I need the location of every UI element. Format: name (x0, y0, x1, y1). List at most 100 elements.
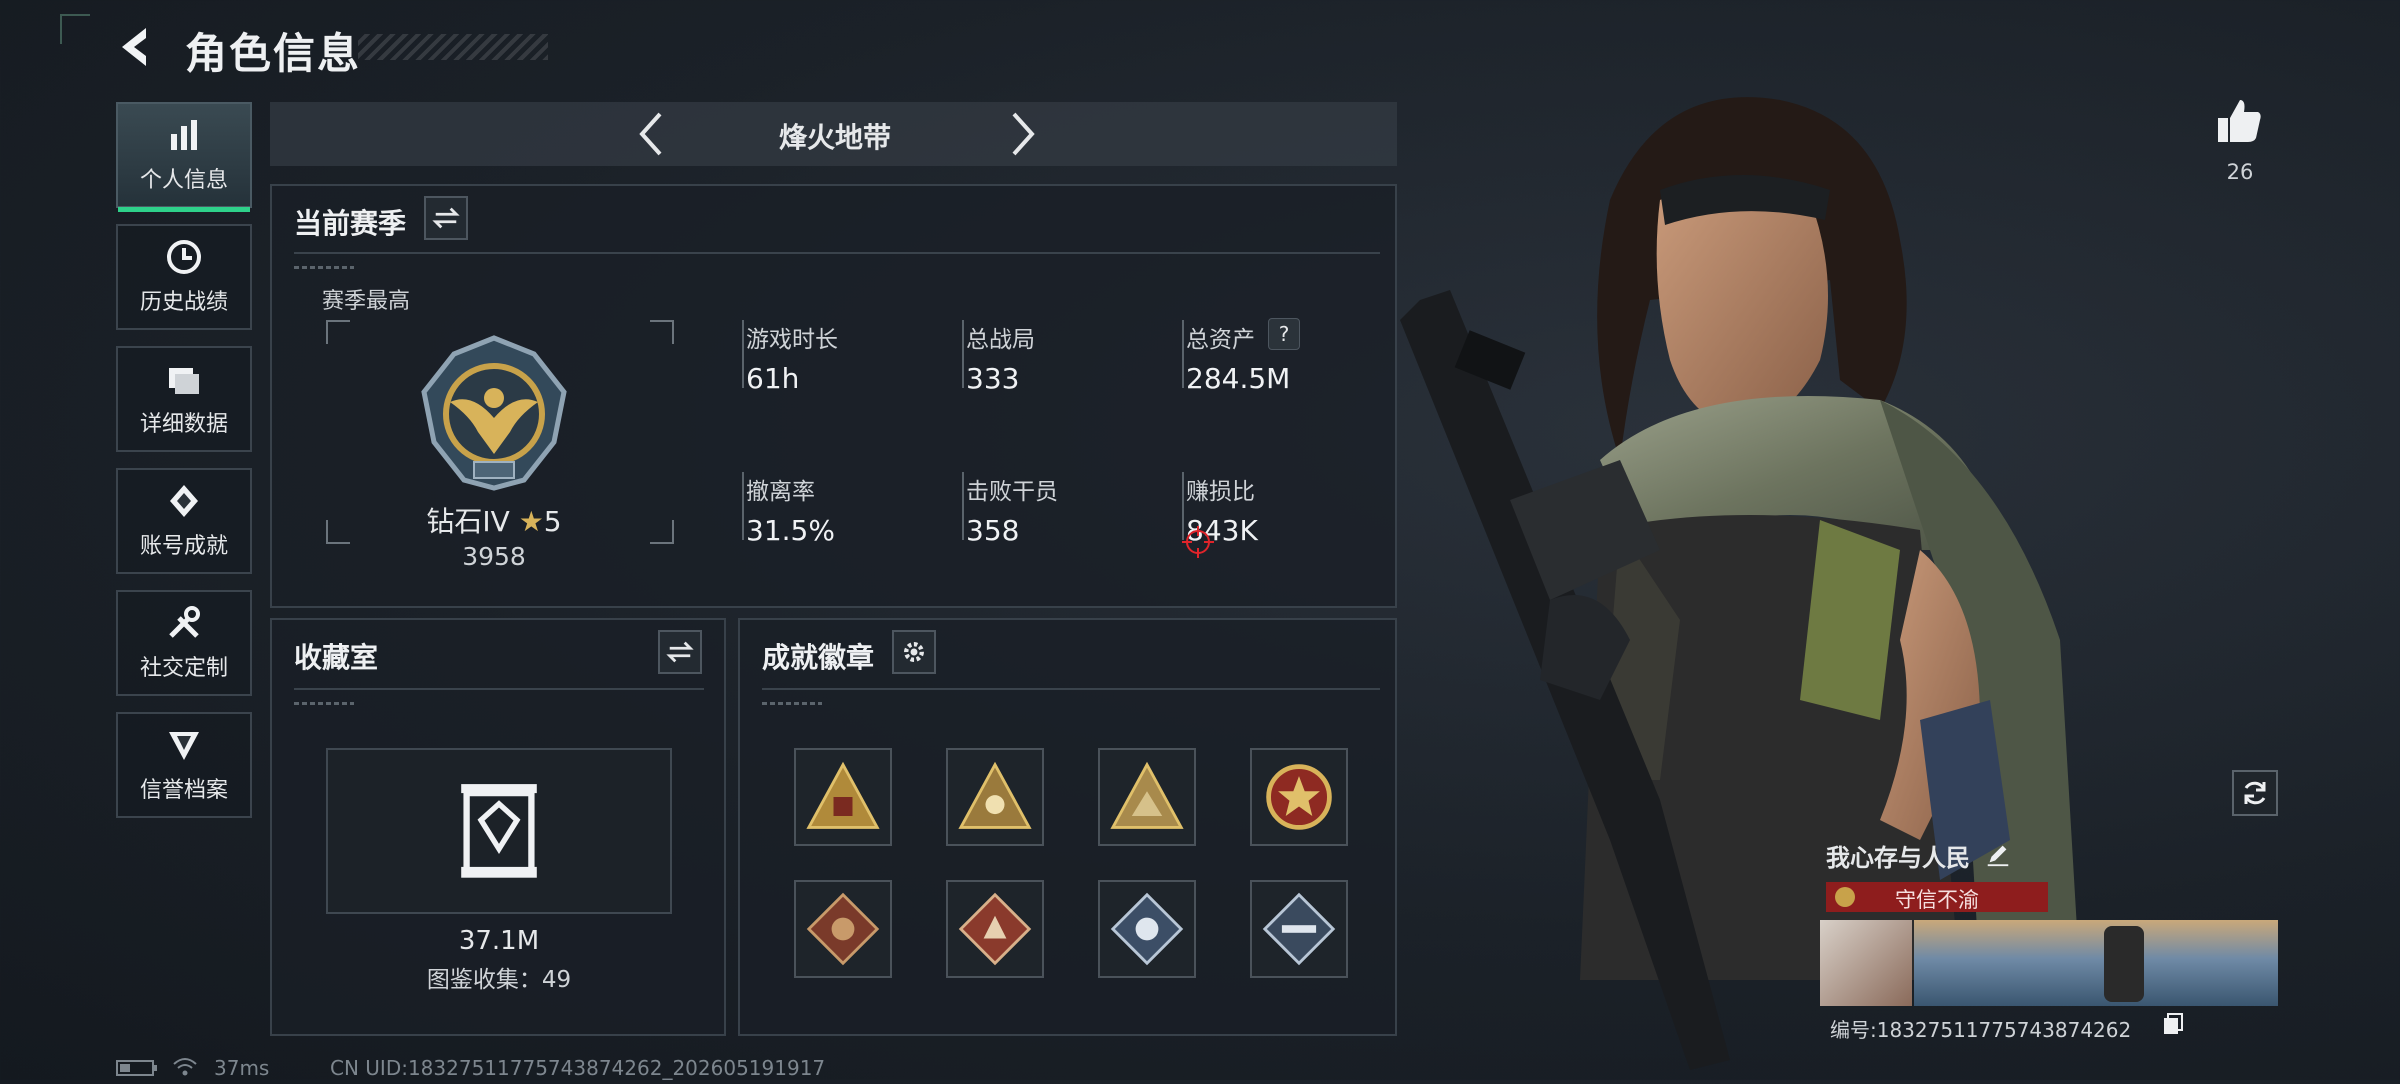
sidebar-item-credit[interactable]: 信誉档案 (116, 712, 252, 818)
dash-decoration (762, 702, 822, 705)
divider (294, 252, 1380, 254)
vault-icon (461, 784, 537, 878)
achievement-badge[interactable] (1250, 880, 1348, 978)
diamond-badge-icon (958, 892, 1032, 966)
season-switch-button[interactable] (424, 196, 468, 240)
player-name: 我心存与人民 (1826, 844, 1970, 872)
ping-text: 37ms (214, 1056, 270, 1080)
rank-name: 钻石IV (426, 505, 510, 538)
thumbs-up-icon (2218, 100, 2261, 142)
stat-divider (962, 472, 964, 540)
title-tag: 守信不渝 (1826, 882, 2048, 912)
achievement-icon (170, 485, 198, 517)
sidebar-item-label: 社交定制 (139, 656, 228, 681)
frame-corner (650, 320, 674, 344)
star-icon: ★ (518, 505, 544, 538)
avatar[interactable] (1820, 920, 1912, 1006)
triangle-badge-icon (1110, 761, 1184, 829)
stat-label-kills: 击败干员 (966, 479, 1058, 505)
stat-value-assets: 284.5M (1186, 362, 1291, 395)
like-button[interactable] (2214, 96, 2264, 146)
help-icon[interactable]: ? (1268, 318, 1300, 350)
eagle-badge-icon (421, 335, 567, 491)
mode-title: 烽火地带 (778, 121, 891, 154)
chevron-left-icon (639, 112, 662, 156)
stat-value-matches: 333 (966, 362, 1020, 395)
stat-divider (742, 320, 744, 388)
frame-corner (326, 320, 350, 344)
stat-label-assets: 总资产 (1186, 327, 1255, 353)
rank-emblem (414, 332, 574, 492)
stat-value-kills: 358 (966, 514, 1020, 547)
wifi-icon (172, 1056, 198, 1078)
rank-points: 3958 (462, 542, 526, 571)
season-title: 当前赛季 (294, 207, 407, 240)
page-title: 角色信息 (185, 29, 362, 78)
round-medal-icon (1266, 764, 1332, 830)
stat-label-extract-rate: 撤离率 (746, 479, 815, 505)
stat-label-profit-ratio: 赚损比 (1186, 479, 1255, 505)
sidebar-item-label: 信誉档案 (139, 778, 228, 803)
battery-icon (116, 1060, 158, 1076)
prev-mode-button[interactable] (632, 110, 672, 158)
refresh-icon (2244, 781, 2266, 805)
title-decoration (358, 34, 548, 60)
stat-label-matches: 总战局 (966, 327, 1035, 353)
sidebar-item-history[interactable]: 历史战绩 (116, 224, 252, 330)
frame-corner (650, 520, 674, 544)
frame-corner (326, 520, 350, 544)
swap-icon (432, 207, 460, 229)
achievement-badge[interactable] (946, 880, 1044, 978)
divider (294, 688, 704, 690)
chevron-right-icon (1012, 112, 1035, 156)
achievement-badge[interactable] (946, 748, 1044, 846)
sidebar-item-profile[interactable]: 个人信息 (116, 102, 252, 212)
achievements-settings-button[interactable] (892, 630, 936, 674)
stat-label-playtime: 游戏时长 (746, 327, 838, 353)
achievement-badge[interactable] (794, 748, 892, 846)
top-corner-mark (60, 14, 90, 44)
next-mode-button[interactable] (1002, 110, 1042, 158)
sidebar-item-label: 个人信息 (139, 168, 228, 193)
gear-icon (904, 642, 924, 662)
dash-decoration (294, 702, 354, 705)
achievements-title: 成就徽章 (762, 641, 875, 674)
sidebar-item-details[interactable]: 详细数据 (116, 346, 252, 452)
triangle-badge-icon (958, 761, 1032, 829)
rank-line: 钻石IV ★5 (404, 500, 584, 540)
achievement-badge[interactable] (1250, 748, 1348, 846)
collection-room-card[interactable] (326, 748, 672, 914)
title-tag-text: 守信不渝 (1895, 888, 1979, 912)
collection-count: 图鉴收集：49 (426, 967, 572, 993)
divider (762, 688, 1380, 690)
rank-stars: 5 (543, 505, 562, 538)
triangle-badge-icon (806, 761, 880, 829)
rotate-view-button[interactable] (2232, 770, 2278, 816)
season-best-label: 赛季最高 (322, 289, 411, 314)
sidebar-item-label: 历史战绩 (139, 290, 228, 315)
dash-decoration (294, 266, 354, 269)
like-count: 26 (2226, 160, 2254, 184)
sidebar-item-achievements[interactable]: 账号成就 (116, 468, 252, 574)
copy-id-button[interactable] (2162, 1012, 2184, 1036)
achievement-badge[interactable] (1098, 748, 1196, 846)
stat-value-extract-rate: 31.5% (746, 514, 835, 547)
clock-icon (167, 240, 201, 274)
collection-title: 收藏室 (294, 641, 379, 674)
back-arrow-icon (122, 28, 146, 66)
copy-icon (2164, 1013, 2183, 1034)
achievement-badge[interactable] (1098, 880, 1196, 978)
collection-switch-button[interactable] (658, 630, 702, 674)
profile-banner[interactable] (1914, 920, 2278, 1006)
sidebar-item-label: 详细数据 (139, 412, 228, 437)
back-button[interactable] (110, 22, 160, 72)
pencil-icon (1987, 845, 2009, 867)
collection-value: 37.1M (458, 926, 540, 956)
uid-text: CN UID:18327511775743874262_202605191917 (330, 1056, 826, 1080)
stat-divider (962, 320, 964, 388)
achievement-badge[interactable] (794, 880, 892, 978)
diamond-badge-icon (1110, 892, 1184, 966)
edit-name-button[interactable] (1984, 840, 2014, 870)
bar-chart-icon (171, 120, 197, 150)
sidebar-item-social[interactable]: 社交定制 (116, 590, 252, 696)
